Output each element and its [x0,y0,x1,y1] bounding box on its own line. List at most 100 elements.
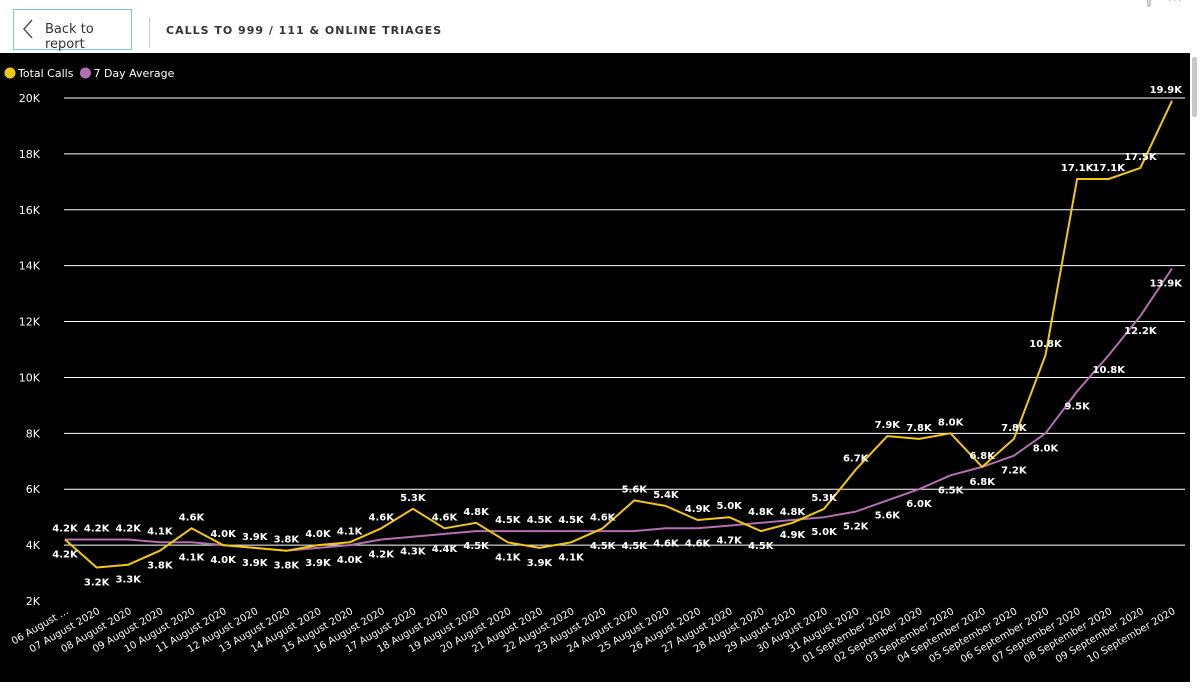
data-label-total-calls: 5.3K [400,493,427,504]
x-axis: 06 August ...07 August 202008 August 202… [10,606,1178,665]
y-tick-label: 14K [19,260,41,273]
data-label-seven-day-average: 4.6K [685,538,712,549]
data-label-total-calls: 5.4K [653,490,680,501]
data-label-total-calls: 5.3K [811,493,838,504]
series-line-seven-day-average [65,267,1173,552]
data-label-total-calls: 7.8K [906,423,933,434]
y-tick-label: 12K [19,316,41,329]
data-label-seven-day-average: 4.5K [558,515,585,526]
chart-series [64,100,1173,569]
data-label-total-calls: 5.6K [622,484,649,495]
data-label-total-calls: 3.2K [84,577,111,588]
data-label-seven-day-average: 4.2K [52,550,79,561]
back-to-report-button[interactable]: Back to report [13,9,132,52]
data-label-total-calls: 4.6K [369,512,396,523]
series-line-total-calls [64,100,1173,569]
data-label-seven-day-average: 4.5K [622,541,649,552]
y-tick-label: 6K [26,483,41,496]
report-header: Back to report CALLS TO 999 / 111 & ONLI… [0,0,1200,53]
chevron-left-icon [22,19,33,39]
scrollbar-thumb[interactable] [1192,57,1197,117]
data-label-total-calls: 17.1K [1061,163,1095,174]
data-label-seven-day-average: 4.5K [590,541,617,552]
data-label-total-calls: 6.7K [843,454,870,465]
data-label-total-calls: 3.3K [116,575,143,586]
data-label-seven-day-average: 4.2K [116,524,143,535]
data-label-seven-day-average: 3.8K [274,561,301,572]
y-tick-label: 8K [26,427,41,440]
y-tick-label: 16K [19,204,41,217]
legend-label-total-calls: Total Calls [17,67,74,80]
data-label-total-calls: 8.0K [938,417,965,428]
data-label-total-calls: 4.9K [685,504,712,515]
data-label-total-calls: 3.8K [147,561,174,572]
data-label-total-calls: 3.9K [527,558,554,569]
data-labels: 4.2K 3.2K 3.3K 3.8K 4.6K 4.0K 3.9K 3.8K 4.0K 4.1K… [52,85,1183,589]
data-label-seven-day-average: 9.5K [1064,401,1091,412]
data-label-seven-day-average: 4.7K [716,536,743,547]
header-divider [149,17,150,48]
y-tick-label: 10K [19,371,41,384]
data-label-seven-day-average: 4.5K [463,541,490,552]
data-label-total-calls: 3.9K [242,532,269,543]
data-label-total-calls: 7.9K [875,420,902,431]
data-label-seven-day-average: 12.2K [1124,326,1158,337]
data-label-seven-day-average: 13.9K [1150,278,1184,289]
data-label-total-calls: 3.8K [274,535,301,546]
data-label-total-calls: 4.0K [210,529,237,540]
line-chart-visual: Total Calls 7 Day Average 2K 4K 6K 8K 10K 12K 1… [0,53,1190,682]
page-title: CALLS TO 999 / 111 & ONLINE TRIAGES [166,24,443,37]
data-label-total-calls: 17.1K [1093,163,1127,174]
legend-marker-seven-day-average [79,67,91,79]
data-label-seven-day-average: 4.2K [369,550,396,561]
data-label-total-calls: 7.8K [1001,423,1028,434]
data-label-total-calls: 4.8K [463,507,490,518]
y-tick-label: 2K [26,595,41,608]
data-label-total-calls: 4.6K [432,512,459,523]
data-label-total-calls: 4.1K [495,552,522,563]
vertical-scrollbar[interactable] [1190,53,1200,682]
data-label-seven-day-average: 6.0K [906,499,933,510]
data-label-seven-day-average: 4.1K [179,552,206,563]
data-label-seven-day-average: 4.0K [210,555,237,566]
data-label-total-calls: 10.8K [1029,339,1063,350]
data-label-seven-day-average: 4.6K [653,538,680,549]
y-tick-label: 4K [26,539,41,552]
legend-marker-total-calls [4,67,16,79]
chart-legend: Total Calls 7 Day Average [4,67,175,80]
data-label-total-calls: 17.5K [1124,152,1158,163]
back-to-report-label: Back to report [45,22,94,52]
y-tick-label: 18K [19,148,41,161]
data-label-seven-day-average: 4.9K [780,530,807,541]
data-label-total-calls: 19.9K [1150,85,1184,96]
data-label-seven-day-average: 4.2K [84,524,111,535]
data-label-seven-day-average: 4.5K [495,515,522,526]
data-label-seven-day-average: 4.8K [748,507,775,518]
more-options-icon[interactable]: ··· [1168,0,1182,7]
line-chart: Total Calls 7 Day Average 2K 4K 6K 8K 10K 12K 1… [4,67,1185,666]
data-label-total-calls: 5.0K [716,501,743,512]
data-label-seven-day-average: 4.5K [527,515,554,526]
chart-gridlines [64,97,1185,546]
data-label-total-calls: 4.6K [590,512,617,523]
data-label-seven-day-average: 8.0K [1033,443,1060,454]
y-axis: 2K 4K 6K 8K 10K 12K 14K 16K 18K 20K [19,92,41,608]
data-label-seven-day-average: 7.2K [1001,466,1028,477]
data-label-seven-day-average: 6.5K [938,485,965,496]
data-label-total-calls: 4.6K [179,512,206,523]
data-label-seven-day-average: 3.9K [305,558,332,569]
data-label-seven-day-average: 10.8K [1093,365,1127,376]
y-tick-label: 20K [19,92,41,105]
filter-icon[interactable] [1143,0,1155,7]
data-label-total-calls: 4.0K [305,529,332,540]
data-label-total-calls: 4.1K [558,552,585,563]
data-label-seven-day-average: 5.6K [875,510,902,521]
data-label-seven-day-average: 5.0K [811,527,838,538]
data-label-total-calls: 6.8K [969,451,996,462]
data-label-seven-day-average: 4.1K [147,526,174,537]
data-label-total-calls: 4.5K [748,541,775,552]
data-label-total-calls: 4.1K [337,526,364,537]
data-label-total-calls: 4.2K [52,524,79,535]
data-label-seven-day-average: 4.4K [432,544,459,555]
data-label-seven-day-average: 6.8K [969,477,996,488]
